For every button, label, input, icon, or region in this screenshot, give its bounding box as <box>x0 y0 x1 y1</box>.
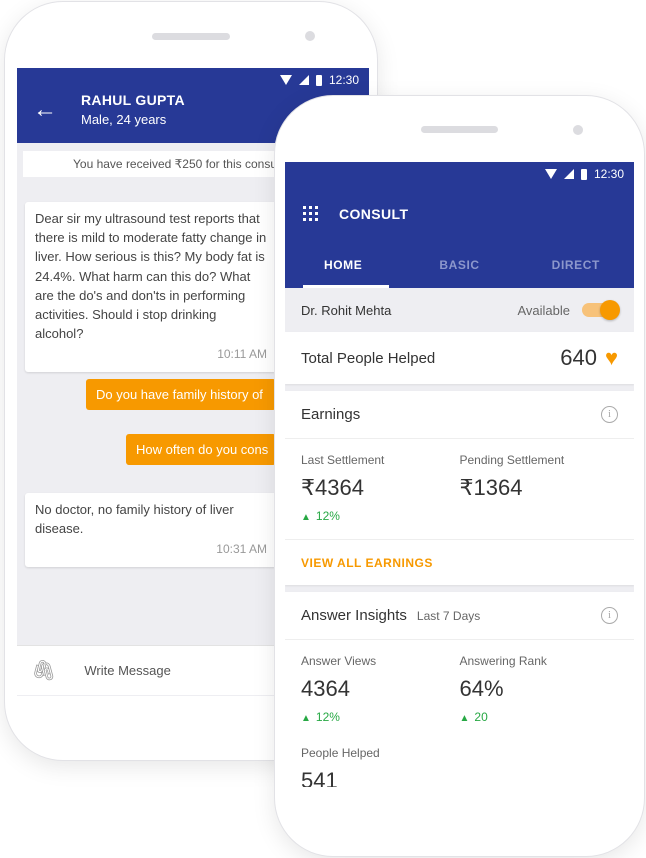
answer-insights-card: Answer Insights Last 7 Days i Answer Vie… <box>285 592 634 787</box>
helped-label: Total People Helped <box>301 349 436 367</box>
answering-rank-value: 64% <box>459 676 504 701</box>
signal-icon <box>298 75 309 85</box>
tab-basic[interactable]: BASIC <box>401 241 517 288</box>
insights-period: Last 7 Days <box>416 608 481 623</box>
battery-icon <box>315 74 322 86</box>
message-text: No doctor, no family history of liver di… <box>35 502 234 537</box>
answering-rank-label: Answering Rank <box>459 654 547 668</box>
view-all-earnings-link[interactable]: VIEW ALL EARNINGS <box>285 539 634 585</box>
doctor-availability-row: Dr. Rohit Mehta Available <box>285 288 634 332</box>
tab-bar: HOME BASIC DIRECT <box>285 241 634 288</box>
signal-icon <box>563 169 574 179</box>
toggle-knob <box>600 300 620 320</box>
arrow-up-icon: ▲ <box>459 713 470 724</box>
front-camera <box>573 125 583 135</box>
answer-views-label: Answer Views <box>301 654 377 668</box>
speaker-grille <box>152 33 230 40</box>
message-text: Dear sir my ultrasound test reports that… <box>35 211 267 342</box>
message-incoming: No doctor, no family history of liver di… <box>25 493 277 567</box>
arrow-up-icon: ▲ <box>301 713 311 724</box>
answer-views-value: 4364 <box>301 676 350 701</box>
info-icon[interactable]: i <box>601 607 618 624</box>
people-helped-value: 541 <box>301 768 338 787</box>
last-settlement-label: Last Settlement <box>301 453 385 467</box>
tab-direct[interactable]: DIRECT <box>518 241 634 288</box>
back-arrow-icon[interactable]: ← <box>33 97 57 122</box>
app-title: CONSULT <box>339 205 409 222</box>
message-incoming: Dear sir my ultrasound test reports that… <box>25 202 277 372</box>
tab-home[interactable]: HOME <box>285 241 401 288</box>
people-helped-label: People Helped <box>301 746 380 760</box>
wifi-icon <box>544 169 557 179</box>
heart-icon: ♥ <box>604 345 618 370</box>
status-time: 12:30 <box>328 73 359 87</box>
message-outgoing: Do you have family history of <box>86 379 276 410</box>
consult-screen: 12:30 CONSULT HOME BASIC DIRECT Dr. Rohi… <box>285 162 634 787</box>
info-icon[interactable]: i <box>601 406 618 423</box>
pending-settlement-value: ₹1364 <box>459 475 523 500</box>
app-header: 12:30 CONSULT HOME BASIC DIRECT <box>285 162 634 288</box>
message-time: 10:31 AM <box>216 542 267 557</box>
pending-settlement-label: Pending Settlement <box>459 453 565 467</box>
last-settlement-delta: ▲ 12% <box>301 509 340 523</box>
consult-phone-frame: 12:30 CONSULT HOME BASIC DIRECT Dr. Rohi… <box>275 96 644 856</box>
message-input[interactable] <box>84 663 275 678</box>
insights-title: Answer Insights <box>301 607 407 624</box>
last-settlement-value: ₹4364 <box>301 475 364 500</box>
apps-grid-icon[interactable] <box>303 206 318 221</box>
status-bar: 12:30 <box>17 68 369 92</box>
arrow-up-icon: ▲ <box>301 512 311 523</box>
answering-rank-delta: ▲ 20 <box>459 710 488 724</box>
earnings-title: Earnings <box>301 406 361 423</box>
patient-info: Male, 24 years <box>81 112 167 127</box>
message-time: 10:11 AM <box>217 347 267 362</box>
availability-label: Available <box>517 302 570 318</box>
status-bar: 12:30 <box>285 162 634 186</box>
wifi-icon <box>279 75 292 85</box>
battery-icon <box>580 168 587 180</box>
speaker-grille <box>421 126 498 133</box>
attach-icon[interactable]: 🖇 <box>31 658 56 683</box>
availability-toggle[interactable] <box>582 300 620 320</box>
doctor-name: Dr. Rohit Mehta <box>301 302 392 318</box>
patient-name: RAHUL GUPTA <box>81 92 185 108</box>
helped-count: 640 <box>560 345 597 370</box>
message-outgoing: How often do you cons <box>126 434 276 465</box>
people-helped-card: Total People Helped 640 ♥ <box>285 332 634 384</box>
front-camera <box>305 31 315 41</box>
answer-views-delta: ▲ 12% <box>301 710 340 724</box>
earnings-card: Earnings i Last Settlement ₹4364 ▲ 12% Pe… <box>285 391 634 585</box>
status-time: 12:30 <box>593 167 624 181</box>
